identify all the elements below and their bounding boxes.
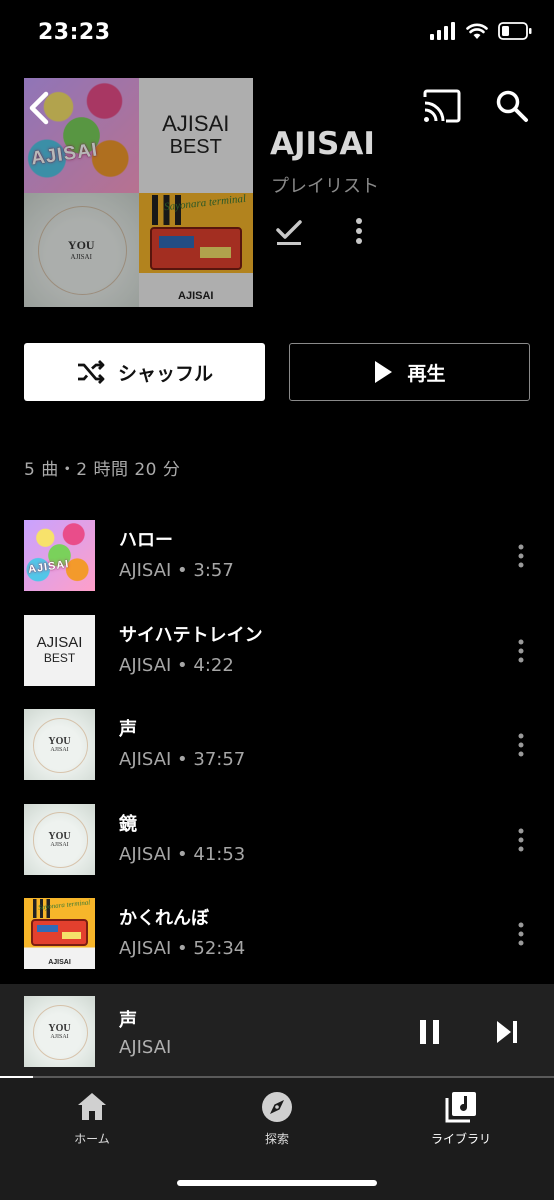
pause-icon[interactable] <box>416 1018 444 1046</box>
compass-icon <box>262 1092 292 1122</box>
cover-you-line2: AJISAI <box>70 253 92 262</box>
more-icon[interactable] <box>510 920 532 948</box>
track-title: 声 <box>119 719 137 740</box>
status-icons <box>430 22 532 40</box>
cover-art-suitcase: Sayonara terminal AJISAI <box>138 192 253 307</box>
more-icon[interactable] <box>348 214 370 248</box>
nav-library-label: ライブラリ <box>430 1132 491 1146</box>
shuffle-label: シャッフル <box>117 362 213 385</box>
play-label: 再生 <box>407 362 446 385</box>
track-thumb-line1: AJISAI <box>36 634 83 652</box>
playlist-summary: 5 曲・2 時間 20 分 <box>24 460 181 480</box>
track-thumb: YOU AJISAI <box>24 709 95 780</box>
shuffle-icon <box>77 360 105 384</box>
playlist-cover: AJISAI AJISAI BEST YOU AJISAI Sayonara t… <box>24 78 253 307</box>
track-thumb: YOU AJISAI <box>24 803 95 875</box>
library-icon <box>445 1092 476 1123</box>
track-thumb-line1: YOU <box>48 736 71 747</box>
track-thumb: Sayonara terminal AJISAI <box>24 898 95 969</box>
play-icon <box>375 361 393 383</box>
track-thumb-line1: YOU <box>48 830 71 842</box>
track-thumb-case <box>31 919 88 947</box>
track-row[interactable]: YOU AJISAI 声 AJISAI • 37:57 <box>0 705 554 785</box>
playlist-title: AJISAI <box>270 126 375 162</box>
cover-suitcase-logo: AJISAI <box>178 290 214 303</box>
track-meta: AJISAI • 37:57 <box>119 749 246 770</box>
track-title: サイハテトレイン <box>119 624 263 646</box>
now-playing-thumb: YOU AJISAI <box>24 996 95 1067</box>
track-thumb-line2: BEST <box>43 650 76 665</box>
track-row[interactable]: YOU AJISAI 鏡 AJISAI • 41:53 <box>0 800 554 880</box>
play-button[interactable]: 再生 <box>289 343 530 401</box>
status-bar: 23:23 <box>0 0 554 70</box>
cover-best-line1: AJISAI <box>162 111 230 137</box>
check-icon[interactable] <box>274 214 304 248</box>
search-icon[interactable] <box>494 88 530 124</box>
track-meta: AJISAI • 41:53 <box>119 843 246 865</box>
track-thumb: AJISAI BEST <box>24 614 95 686</box>
track-thumb-logo: AJISAI <box>48 959 71 967</box>
more-icon[interactable] <box>510 637 532 665</box>
track-thumb-text: AJISAI <box>27 558 71 576</box>
now-playing-thumb-line2: AJISAI <box>50 1034 69 1040</box>
track-title: ハロー <box>119 530 173 551</box>
cast-icon[interactable] <box>422 88 462 124</box>
home-icon <box>78 1093 106 1120</box>
cover-you-line1: YOU <box>67 238 95 253</box>
status-time: 23:23 <box>38 20 111 45</box>
track-meta: AJISAI • 52:34 <box>119 938 246 959</box>
more-icon[interactable] <box>510 731 532 759</box>
signal-icon <box>430 22 455 40</box>
track-row[interactable]: AJISAI BEST サイハテトレイン AJISAI • 4:22 <box>0 611 554 691</box>
shuffle-button[interactable]: シャッフル <box>24 343 265 401</box>
nav-home-label: ホーム <box>74 1132 110 1146</box>
nav-library[interactable]: ライブラリ <box>401 1090 521 1147</box>
cover-art-best: AJISAI BEST <box>138 78 253 193</box>
next-icon[interactable] <box>494 1018 520 1046</box>
nav-explore[interactable]: 探索 <box>217 1090 337 1147</box>
nav-explore-label: 探索 <box>264 1132 289 1146</box>
track-title: 鏡 <box>119 813 137 835</box>
cover-suitcase-case <box>149 226 242 271</box>
track-thumb-line2: AJISAI <box>50 841 69 848</box>
cover-best-line2: BEST <box>169 136 222 159</box>
now-playing-thumb-line1: YOU <box>48 1023 71 1034</box>
battery-icon <box>498 22 532 40</box>
mini-player[interactable]: YOU AJISAI 声 AJISAI <box>0 984 554 1078</box>
now-playing-artist: AJISAI <box>119 1037 172 1058</box>
track-thumb-line2: AJISAI <box>50 747 69 753</box>
track-row[interactable]: AJISAI ハロー AJISAI • 3:57 <box>0 516 554 596</box>
cover-flower-text: AJISAI <box>29 139 100 170</box>
cover-art-you: YOU AJISAI <box>24 192 139 307</box>
more-icon[interactable] <box>510 542 532 570</box>
back-icon[interactable] <box>22 88 58 128</box>
track-row[interactable]: Sayonara terminal AJISAI かくれんぼ AJISAI • 52:… <box>0 894 554 974</box>
now-playing-title: 声 <box>119 1010 137 1031</box>
track-meta: AJISAI • 3:57 <box>119 560 234 581</box>
wifi-icon <box>466 23 488 39</box>
nav-home[interactable]: ホーム <box>32 1090 152 1147</box>
track-meta: AJISAI • 4:22 <box>119 654 234 676</box>
track-thumb: AJISAI <box>24 520 95 591</box>
home-indicator <box>177 1180 377 1186</box>
more-icon[interactable] <box>510 826 532 854</box>
track-title: かくれんぼ <box>119 908 209 929</box>
playlist-subtitle: プレイリスト <box>271 176 379 197</box>
